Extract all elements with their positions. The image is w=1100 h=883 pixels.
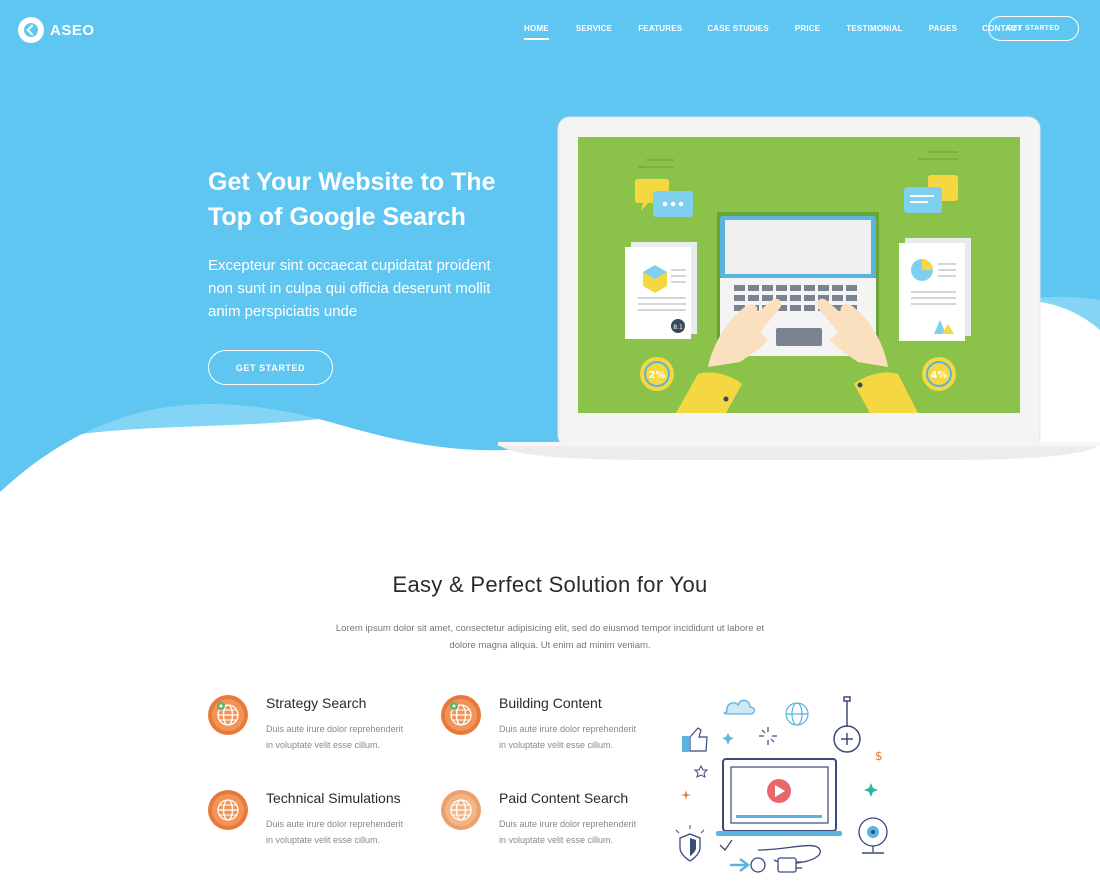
nav-home[interactable]: HOME	[524, 24, 549, 40]
nav-features[interactable]: FEATURES	[638, 24, 682, 33]
feature-technical-simulations: Technical Simulations Duis aute irure do…	[208, 790, 428, 870]
thumbs-up-icon	[682, 727, 708, 752]
top-navbar: ASEO HOME SERVICE FEATURES CASE STUDIES …	[0, 0, 1100, 60]
hero-get-started-button[interactable]: GET STARTED	[208, 350, 333, 385]
nav-get-started-button[interactable]: GET STARTED	[988, 16, 1079, 41]
feature-title: Building Content	[499, 695, 602, 711]
globe-icon	[441, 790, 481, 830]
hero-title: Get Your Website to The Top of Google Se…	[208, 168, 496, 231]
svg-text:8.1: 8.1	[673, 324, 683, 331]
webcam-icon	[858, 817, 888, 854]
feature-description: Duis aute irure dolor reprehenderit in v…	[266, 724, 404, 750]
feature-description: Duis aute irure dolor reprehenderit in v…	[499, 819, 637, 845]
feature-strategy-search: Strategy Search Duis aute irure dolor re…	[208, 695, 428, 775]
main-menu: HOME SERVICE FEATURES CASE STUDIES PRICE…	[524, 24, 1022, 40]
globe-icon	[208, 790, 248, 830]
nav-testimonial[interactable]: TESTIMONIAL	[846, 24, 902, 33]
nav-case-studies[interactable]: CASE STUDIES	[707, 24, 769, 33]
globe-icon	[208, 695, 248, 735]
feature-description: Duis aute irure dolor reprehenderit in v…	[499, 724, 637, 750]
dollar-icon: $	[875, 749, 883, 763]
feature-title: Strategy Search	[266, 695, 367, 711]
feature-description: Duis aute irure dolor reprehenderit in v…	[266, 819, 404, 845]
nav-pages[interactable]: PAGES	[929, 24, 957, 33]
svg-text:2%: 2%	[649, 370, 666, 381]
search-icon	[833, 696, 861, 753]
logo-icon	[18, 17, 44, 43]
svg-text:4%: 4%	[931, 370, 948, 381]
nav-service[interactable]: SERVICE	[576, 24, 612, 33]
feature-paid-content-search: Paid Content Search Duis aute irure dolo…	[441, 790, 661, 870]
hero-section: ASEO HOME SERVICE FEATURES CASE STUDIES …	[0, 0, 1100, 500]
cloud-icon	[723, 699, 756, 715]
solution-title: Easy & Perfect Solution for You	[392, 572, 708, 597]
nav-price[interactable]: PRICE	[795, 24, 820, 33]
feature-title: Paid Content Search	[499, 790, 629, 806]
laptop-illustration: 8.1 2% 4%	[498, 116, 1100, 460]
brand-logo[interactable]: ASEO	[18, 17, 95, 43]
feature-title: Technical Simulations	[266, 790, 401, 806]
solution-description: Lorem ipsum dolor sit amet, consectetur …	[335, 623, 765, 651]
seo-tools-illustration: $	[675, 696, 888, 873]
globe-icon	[441, 695, 481, 735]
globe-icon	[785, 702, 809, 726]
hero-subtitle: Excepteur sint occaecat cupidatat proide…	[208, 257, 491, 320]
feature-building-content: Building Content Duis aute irure dolor r…	[441, 695, 661, 775]
brand-name: ASEO	[50, 21, 95, 39]
